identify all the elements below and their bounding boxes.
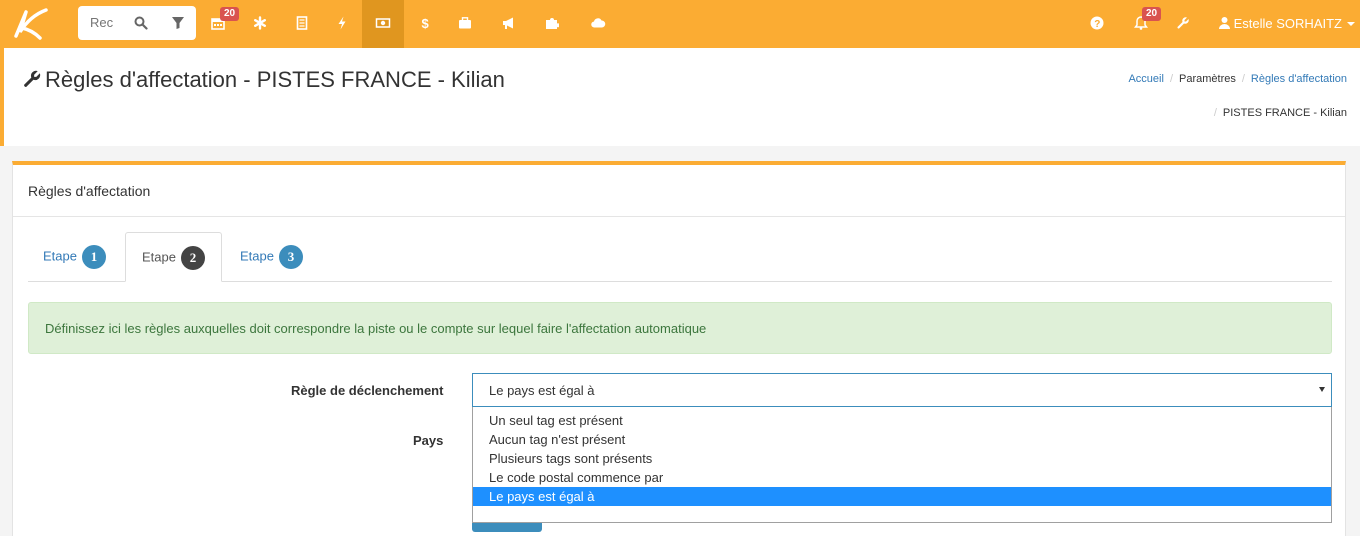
megaphone-icon bbox=[503, 17, 513, 29]
trigger-rule-label: Règle de déclenchement bbox=[291, 383, 444, 398]
dollar-icon: $ bbox=[422, 16, 430, 30]
megaphone-button[interactable] bbox=[489, 0, 529, 48]
hidden-button-edge bbox=[472, 523, 542, 532]
briefcase-button[interactable] bbox=[445, 0, 485, 48]
tab-step-3-number: 3 bbox=[278, 245, 303, 269]
cloud-button[interactable] bbox=[577, 0, 617, 48]
user-icon bbox=[1219, 17, 1230, 29]
user-menu[interactable]: Estelle SORHAITZ bbox=[1219, 16, 1355, 31]
trigger-rule-value: Le pays est égal à bbox=[489, 383, 595, 398]
notifications-button[interactable]: 20 bbox=[1121, 0, 1162, 48]
logo[interactable] bbox=[10, 6, 50, 40]
cloud-icon bbox=[591, 18, 606, 28]
tab-step-1-label: Etape bbox=[43, 248, 77, 264]
tabs-border bbox=[28, 281, 1332, 282]
panel-divider bbox=[13, 216, 1345, 217]
bolt-icon bbox=[338, 16, 346, 30]
breadcrumb-home[interactable]: Accueil bbox=[1128, 73, 1163, 85]
wrench-icon bbox=[1177, 17, 1189, 29]
breadcrumb-rules[interactable]: Règles d'affectation bbox=[1251, 73, 1347, 85]
trigger-rule-select[interactable]: Le pays est égal à bbox=[472, 373, 1332, 407]
tab-step-3[interactable]: Etape 3 bbox=[240, 232, 303, 282]
tab-step-1[interactable]: Etape 1 bbox=[43, 232, 106, 282]
calendar-badge: 20 bbox=[220, 7, 240, 21]
bolt-button[interactable] bbox=[322, 0, 362, 48]
breadcrumb-settings: Paramètres bbox=[1179, 73, 1236, 85]
page-title: Règles d'affectation - PISTES FRANCE - K… bbox=[22, 67, 505, 93]
breadcrumb-continued: / PISTES FRANCE - Kilian bbox=[1213, 107, 1347, 119]
dollar-button[interactable]: $ bbox=[405, 0, 445, 48]
trigger-rule-options: Un seul tag est présent Aucun tag n'est … bbox=[472, 407, 1332, 523]
top-navbar: 20 $ bbox=[0, 0, 1360, 48]
option-multiple-tags[interactable]: Plusieurs tags sont présents bbox=[473, 449, 1331, 468]
search-input[interactable] bbox=[90, 15, 116, 30]
puzzle-button[interactable] bbox=[532, 0, 572, 48]
tab-step-2-number: 2 bbox=[180, 246, 205, 270]
rules-panel: Règles d'affectation Etape 1 Etape 2 Etape… bbox=[12, 161, 1346, 536]
money-icon bbox=[375, 18, 391, 28]
option-country-equals[interactable]: Le pays est égal à bbox=[473, 487, 1331, 506]
help-button[interactable]: ? bbox=[1077, 0, 1117, 48]
search-icon[interactable] bbox=[134, 16, 148, 30]
money-button[interactable] bbox=[362, 0, 404, 48]
question-icon: ? bbox=[1090, 16, 1104, 30]
chevron-down-icon bbox=[1346, 22, 1355, 26]
page-title-text: Règles d'affectation - PISTES FRANCE - K… bbox=[45, 67, 505, 92]
breadcrumb: Accueil / Paramètres / Règles d'affectation bbox=[1128, 73, 1347, 85]
svg-text:$: $ bbox=[422, 16, 430, 30]
option-postal-code[interactable]: Le code postal commence par bbox=[473, 468, 1331, 487]
tab-step-2-label: Etape bbox=[142, 249, 176, 265]
briefcase-icon bbox=[459, 17, 471, 29]
document-icon bbox=[296, 16, 308, 30]
breadcrumb-current: PISTES FRANCE - Kilian bbox=[1222, 107, 1347, 119]
asterisk-icon bbox=[254, 16, 267, 30]
notifications-badge: 20 bbox=[1142, 7, 1162, 21]
search-box bbox=[78, 6, 196, 40]
dropdown-arrow-icon bbox=[1319, 387, 1325, 392]
country-label: Pays bbox=[413, 433, 444, 448]
svg-text:?: ? bbox=[1094, 19, 1100, 30]
info-alert: Définissez ici les règles auxquelles doi… bbox=[28, 302, 1332, 354]
filter-icon[interactable] bbox=[171, 16, 185, 30]
option-single-tag[interactable]: Un seul tag est présent bbox=[473, 411, 1331, 430]
tab-step-1-number: 1 bbox=[81, 245, 106, 269]
panel-title: Règles d'affectation bbox=[28, 183, 151, 199]
tab-step-3-label: Etape bbox=[240, 248, 274, 264]
wrench-icon bbox=[24, 70, 41, 87]
user-name: Estelle SORHAITZ bbox=[1233, 16, 1342, 31]
puzzle-icon bbox=[546, 18, 559, 29]
option-no-tag[interactable]: Aucun tag n'est présent bbox=[473, 430, 1331, 449]
calendar-button[interactable]: 20 bbox=[198, 0, 240, 48]
page-header: Règles d'affectation - PISTES FRANCE - K… bbox=[0, 48, 1360, 146]
tab-step-2[interactable]: Etape 2 bbox=[125, 232, 222, 282]
asterisk-button[interactable] bbox=[240, 0, 280, 48]
settings-button[interactable] bbox=[1163, 0, 1203, 48]
document-button[interactable] bbox=[282, 0, 322, 48]
